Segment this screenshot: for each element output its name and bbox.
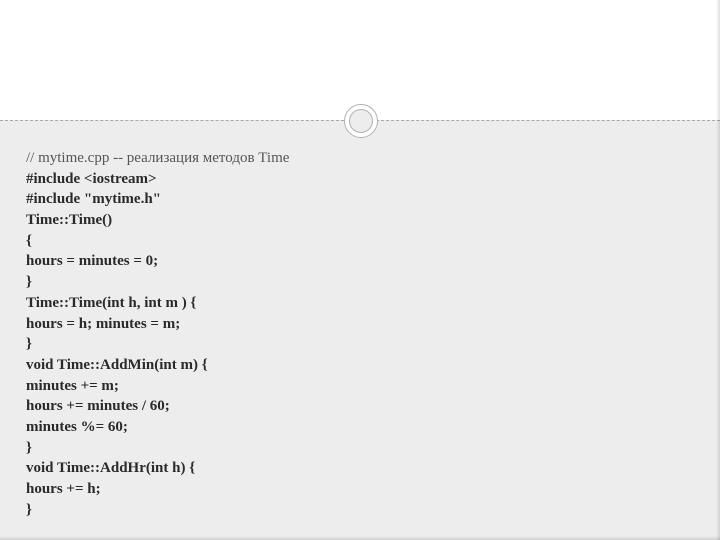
code-line: hours += h; [26, 479, 694, 500]
code-line: { [26, 231, 694, 252]
code-line: } [26, 500, 694, 521]
shadow-bottom [0, 536, 720, 540]
code-comment: // mytime.cpp -- реализация методов Time [26, 148, 694, 169]
slide-container: // mytime.cpp -- реализация методов Time… [0, 0, 720, 540]
circle-ornament-icon [344, 104, 376, 136]
code-line: void Time::AddMin(int m) { [26, 355, 694, 376]
code-line: #include "mytime.h" [26, 189, 694, 210]
code-line: Time::Time(int h, int m ) { [26, 293, 694, 314]
code-line: void Time::AddHr(int h) { [26, 458, 694, 479]
code-line: Time::Time() [26, 210, 694, 231]
header-area [0, 0, 720, 120]
code-line: } [26, 438, 694, 459]
shadow-right [716, 0, 720, 540]
code-content: // mytime.cpp -- реализация методов Time… [26, 148, 694, 520]
code-line: minutes %= 60; [26, 417, 694, 438]
code-line: } [26, 272, 694, 293]
code-line: hours = h; minutes = m; [26, 314, 694, 335]
code-line: hours += minutes / 60; [26, 396, 694, 417]
code-line: } [26, 334, 694, 355]
code-line: #include <iostream> [26, 169, 694, 190]
code-line: minutes += m; [26, 376, 694, 397]
code-line: hours = minutes = 0; [26, 251, 694, 272]
